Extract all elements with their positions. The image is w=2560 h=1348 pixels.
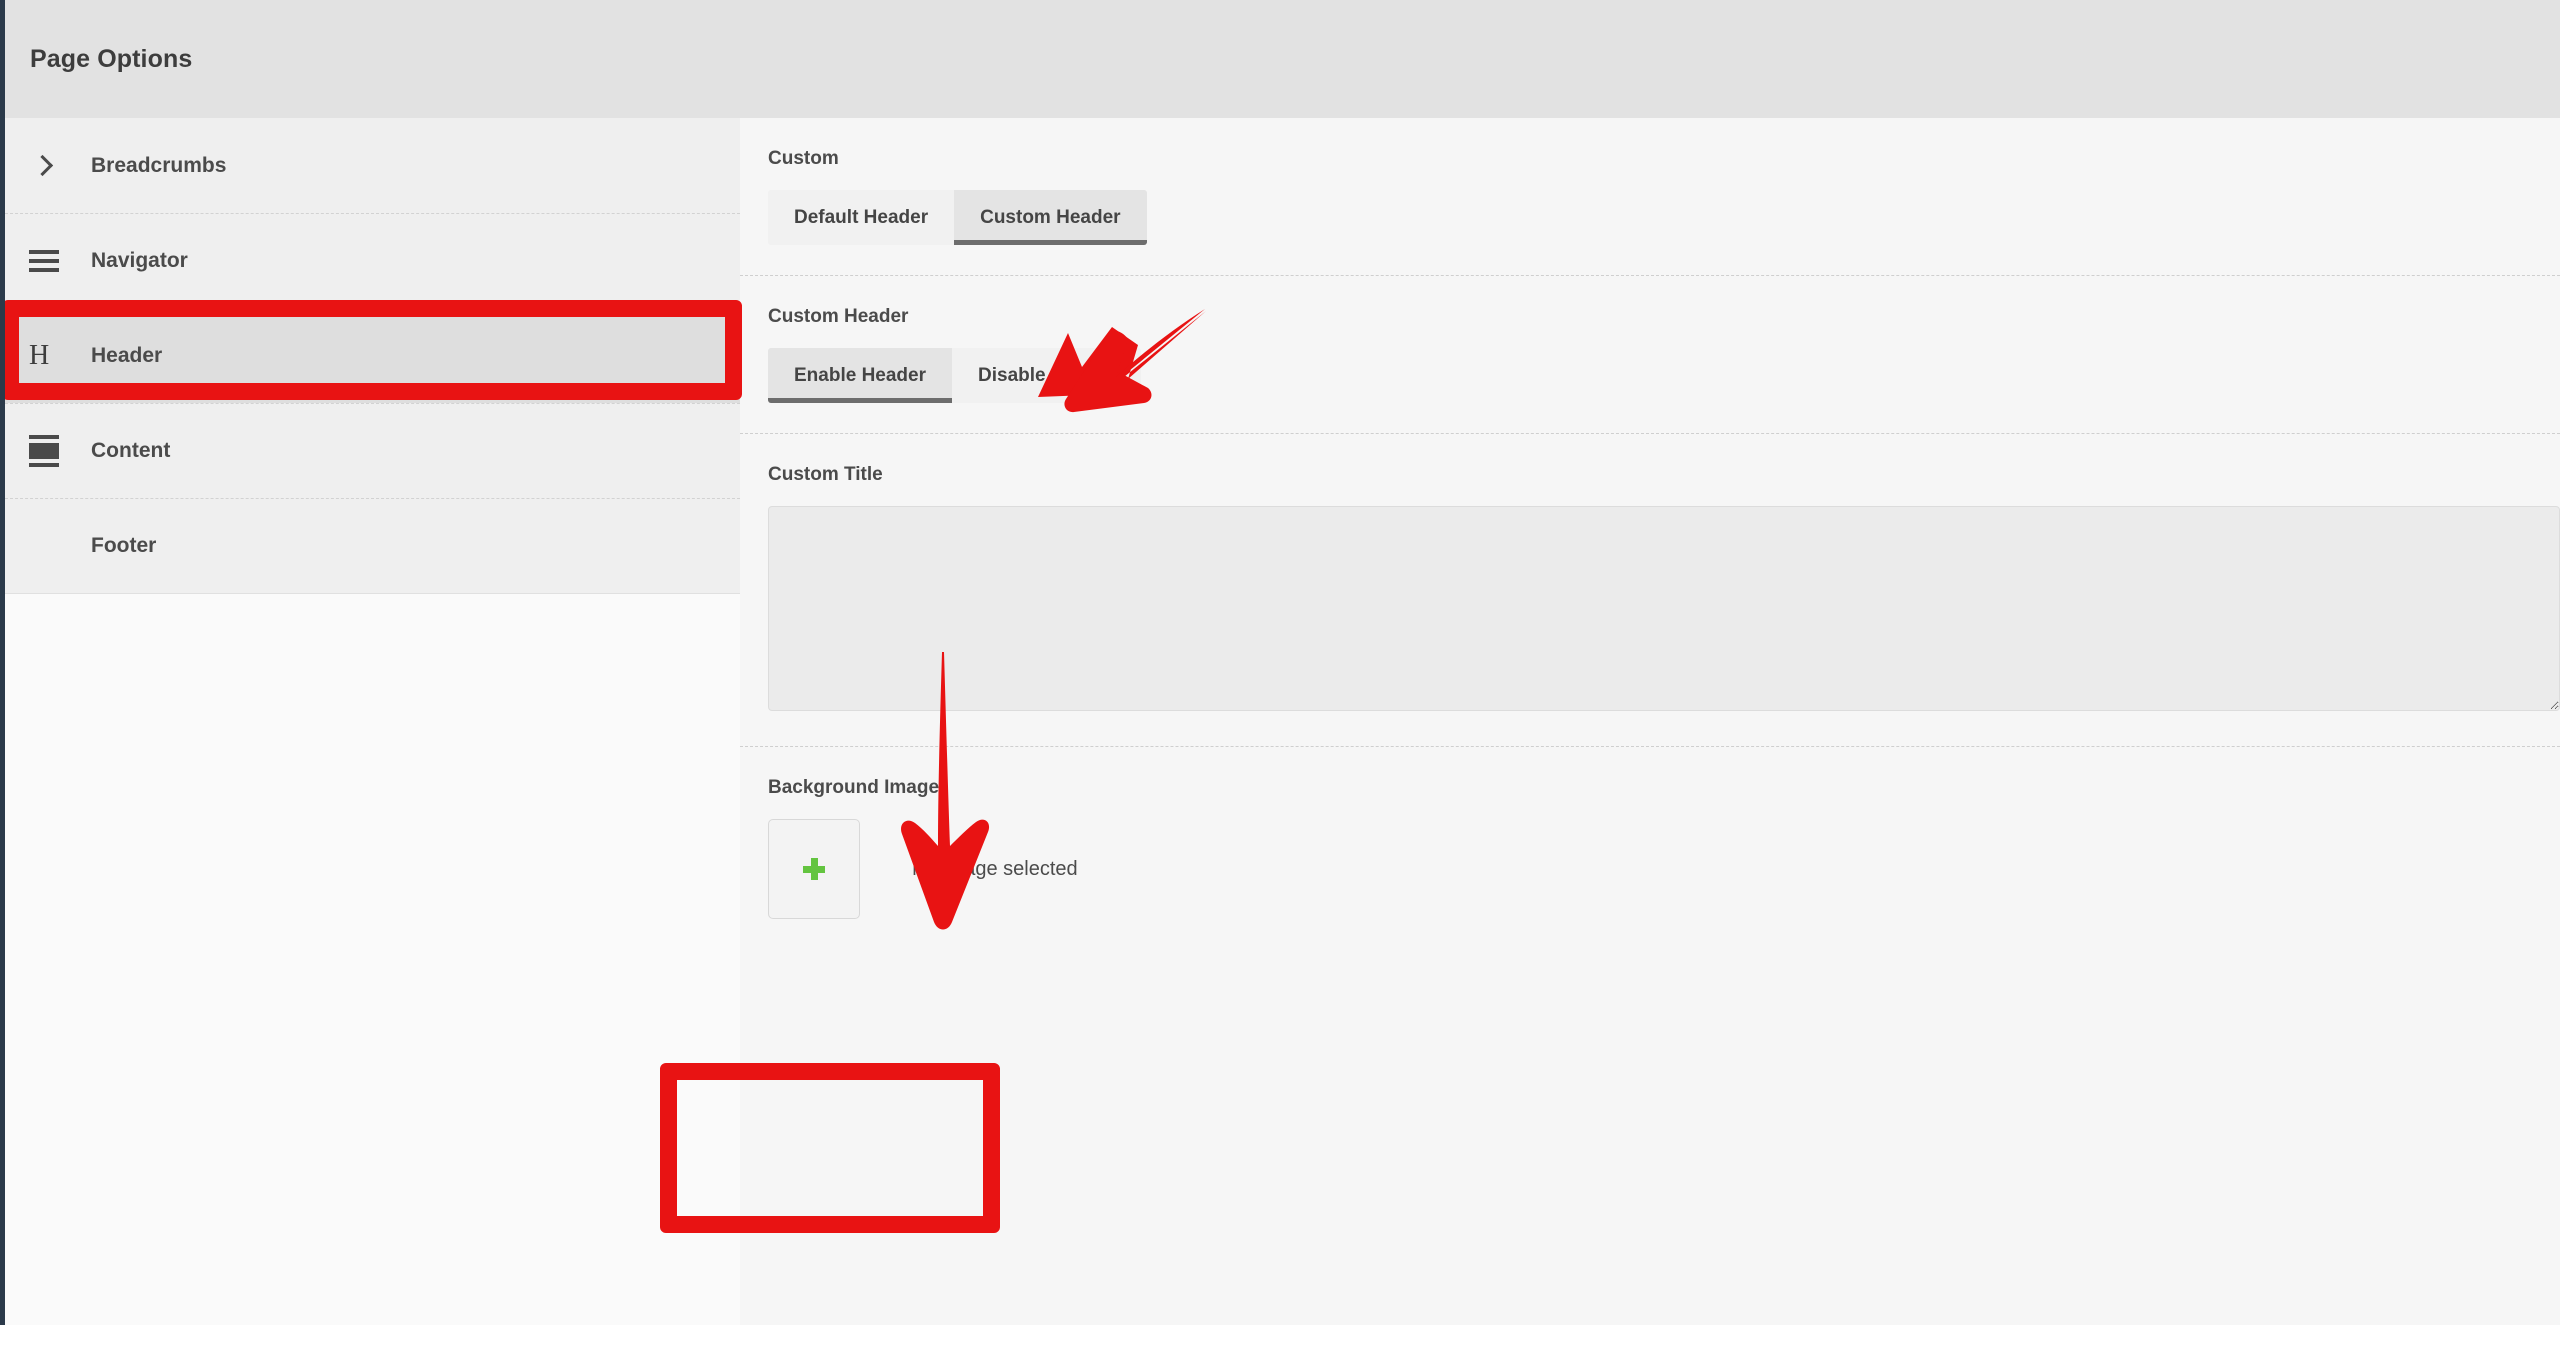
sidebar-item-label: Navigator <box>91 249 188 272</box>
custom-header-mode-toggle-group: Default Header Custom Header <box>768 190 1147 245</box>
default-header-button[interactable]: Default Header <box>768 190 955 245</box>
custom-header-button[interactable]: Custom Header <box>954 190 1147 245</box>
sidebar-item-label: Content <box>91 439 171 462</box>
page-title: Page Options <box>30 44 193 73</box>
options-panel: Custom Default Header Custom Header Cust… <box>740 118 2560 1325</box>
heading-h-icon: H <box>29 340 50 371</box>
disable-header-button[interactable]: Disable Header <box>952 348 1142 403</box>
content-layout-icon <box>29 435 85 467</box>
sidebar-item-label: Footer <box>91 534 157 557</box>
sidebar-item-label: Breadcrumbs <box>91 153 227 177</box>
window-bottom-strip <box>0 1325 2560 1348</box>
section-custom: Custom Default Header Custom Header <box>740 118 2560 275</box>
background-image-picker: No image selected <box>768 819 2560 959</box>
add-image-button[interactable] <box>768 819 860 919</box>
sidebar-item-list: Breadcrumbs Navigator H Header Content F… <box>5 118 740 594</box>
section-label-background-image: Background Image <box>768 777 940 798</box>
window-left-edge-rail <box>0 0 5 1325</box>
sidebar-item-label: Header <box>91 344 163 367</box>
sidebar-item-footer[interactable]: Footer <box>5 498 740 593</box>
chevron-right-icon <box>29 154 85 177</box>
section-label-custom-header: Custom Header <box>768 306 909 327</box>
image-status-text: No image selected <box>912 857 1078 880</box>
sidebar-item-content[interactable]: Content <box>5 403 740 498</box>
section-background-image: Background Image No image selected <box>740 746 2560 959</box>
page-options-window: Page Options Breadcrumbs Navigator H Hea… <box>0 0 2560 1348</box>
section-label-custom: Custom <box>768 148 839 169</box>
sidebar: Breadcrumbs Navigator H Header Content F… <box>5 118 740 1325</box>
sidebar-item-header[interactable]: H Header <box>5 308 740 403</box>
sidebar-item-navigator[interactable]: Navigator <box>5 213 740 308</box>
section-custom-title: Custom Title <box>740 433 2560 746</box>
window-titlebar: Page Options <box>5 0 2560 118</box>
sidebar-item-breadcrumbs[interactable]: Breadcrumbs <box>5 118 740 213</box>
hamburger-menu-icon <box>29 250 85 272</box>
header-enable-toggle-group: Enable Header Disable Header <box>768 348 1142 403</box>
plus-icon <box>803 858 825 880</box>
section-custom-header: Custom Header Enable Header Disable Head… <box>740 275 2560 433</box>
enable-header-button[interactable]: Enable Header <box>768 348 952 403</box>
section-label-custom-title: Custom Title <box>768 464 883 485</box>
custom-title-input[interactable] <box>768 506 2560 711</box>
